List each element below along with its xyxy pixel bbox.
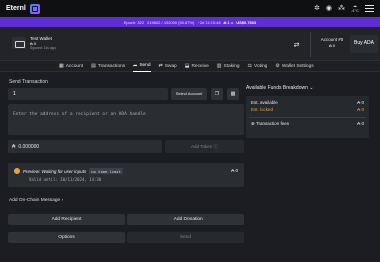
options-button[interactable]: Options [8,232,125,243]
tab-label: Send [139,63,151,68]
recipient-address-input[interactable]: Enter the address of a recipient or an A… [8,104,244,135]
est-available-value: ₳ 0 [357,100,364,105]
gear-icon: ⚙ [275,63,280,69]
add-donation-button[interactable]: ♡ Add Donation [127,214,244,225]
amount-value: 0.000000 [18,143,40,150]
account-balance: ₳ 0 [328,43,335,48]
epoch-bar: Epoch: 322 219802 / 432000 (50.87%) ~2d … [0,17,380,27]
info-icon: ⓘ [213,144,218,149]
buy-ada-button[interactable]: Buy ADA [350,35,378,53]
tab-label: Staking [223,63,240,69]
funds-breakdown-toggle[interactable]: Available Funds Breakdown ⌄ [246,85,313,91]
wallet-icon [12,37,26,49]
warning-icon [14,168,20,174]
divider [310,32,311,57]
recipient-index: 1 [8,88,168,100]
add-token-label: Add Token [191,144,213,149]
voting-icon: ⚖ [247,63,253,69]
add-donation-label: Add Donation [173,217,203,222]
est-locked-row: Est. locked ₳ 0 [251,107,364,112]
valid-until: Valid until: 10/11/2024, 14:30 [29,177,102,182]
onchain-label: Add On-Chain Message [9,198,61,203]
tab-staking[interactable]: ▥ Staking [217,61,240,72]
chevron-down-icon: ⌄ [309,85,314,91]
tab-label: Swap [164,63,177,69]
eye-icon[interactable]: ◉ [326,5,332,12]
ada-symbol-icon: ₳ [12,143,16,150]
time-limit-badge: no time limit [89,168,123,174]
tab-label: Transactions [97,63,126,69]
tx-fees-value: ₳ 0 [357,121,364,126]
tab-swap[interactable]: ⇄ Swap [159,61,177,72]
refresh-icon[interactable]: ⇄ [291,41,302,50]
add-recipient-button[interactable]: Add Recipient [8,214,125,225]
app-brand: Eternl [6,5,26,12]
est-available-row: Est. available ₳ 0 [251,100,364,105]
chevron-right-icon: › [61,198,64,203]
est-locked-label: Est. locked [251,107,274,112]
tab-voting[interactable]: ⚖ Voting [248,61,268,72]
tx-preview: Preview: Waiting for user inputs no time … [8,163,244,187]
add-token-button[interactable]: Add Token ⓘ [165,140,244,153]
qr-code-icon[interactable]: ▩ [227,88,239,100]
tx-fees-row[interactable]: ⊕ Transaction fees ₳ 0 [251,121,364,127]
tab-send[interactable]: ➦ Send [133,61,151,72]
eternl-logo-icon [29,3,40,14]
swap-icon: ⇄ [158,63,163,69]
ada-rate-prefix: ₳ 1 = [223,19,234,25]
est-locked-value: ₳ 0 [357,107,364,112]
top-bar: Eternl ✲ ◉ ⁂ ☁ -4°C [0,0,380,17]
paste-icon[interactable]: ❐ [211,88,223,100]
select-account-button[interactable]: Select Account [171,88,207,100]
preview-status: Preview: Waiting for user inputs no time … [23,168,123,174]
tx-fees-label: Transaction fees [255,121,290,126]
send-panel-title: Send Transaction [9,79,48,85]
epoch-time: ~2d 11:15:48 [197,19,221,25]
funds-title: Available Funds Breakdown [246,85,308,91]
send-button[interactable]: Send [127,232,244,243]
menu-icon[interactable] [365,5,374,12]
staking-icon: ▥ [216,63,222,69]
send-icon: ➦ [133,62,138,69]
tab-wallet-settings[interactable]: ⚙ Wallet Settings [275,61,313,72]
heart-icon: ♡ [168,217,173,222]
wallet-header: Test Wallet ₳ 0 Synced: 11s ago ⇄ Accoun… [0,27,380,61]
sync-icon[interactable]: ✲ [314,5,320,12]
account-title: Account #0 [320,37,344,42]
top-icons: ✲ ◉ ⁂ ☁ -4°C [314,4,374,12]
network-icon[interactable]: ⁂ [338,5,345,12]
temperature: -4°C [350,7,359,13]
preview-amount: ₳ 0 [231,168,238,173]
list-icon: ▤ [91,63,96,69]
tab-label: Receive [191,63,209,69]
divider [249,117,366,118]
add-onchain-message[interactable]: Add On-Chain Message › [9,198,63,203]
ada-rate: US$0.7503 [236,19,257,25]
tab-transactions[interactable]: ▤ Transactions [91,61,125,72]
tab-receive[interactable]: ⬓ Receive [185,61,209,72]
receive-icon: ⬓ [184,63,190,69]
account-icon: ▦ [59,63,64,69]
plus-circle-icon: ⊕ [251,121,255,126]
tab-bar: ▦ Account ▤ Transactions ➦ Send ⇄ Swap ⬓ Rece… [0,61,380,72]
ada-amount-input[interactable]: ₳ 0.000000 [8,140,162,153]
est-available-label: Est. available [251,100,278,105]
weather-icon[interactable]: ☁ -4°C [351,4,359,12]
tab-label: Voting [254,63,268,69]
tab-label: Account [65,63,84,69]
account-selector[interactable]: Account #0 ₳ 0 [315,37,349,48]
epoch-slot: 219802 / 432000 (50.87%) [147,19,195,25]
tab-account[interactable]: ▦ Account [59,61,83,72]
tab-label: Wallet Settings [281,63,314,69]
funds-breakdown: Est. available ₳ 0 Est. locked ₳ 0 ⊕ Trans… [246,96,369,138]
preview-text: Preview: Waiting for user inputs [23,168,87,174]
epoch-label: Epoch: 322 [123,19,144,25]
wallet-sync-status: Synced: 11s ago [30,46,56,50]
